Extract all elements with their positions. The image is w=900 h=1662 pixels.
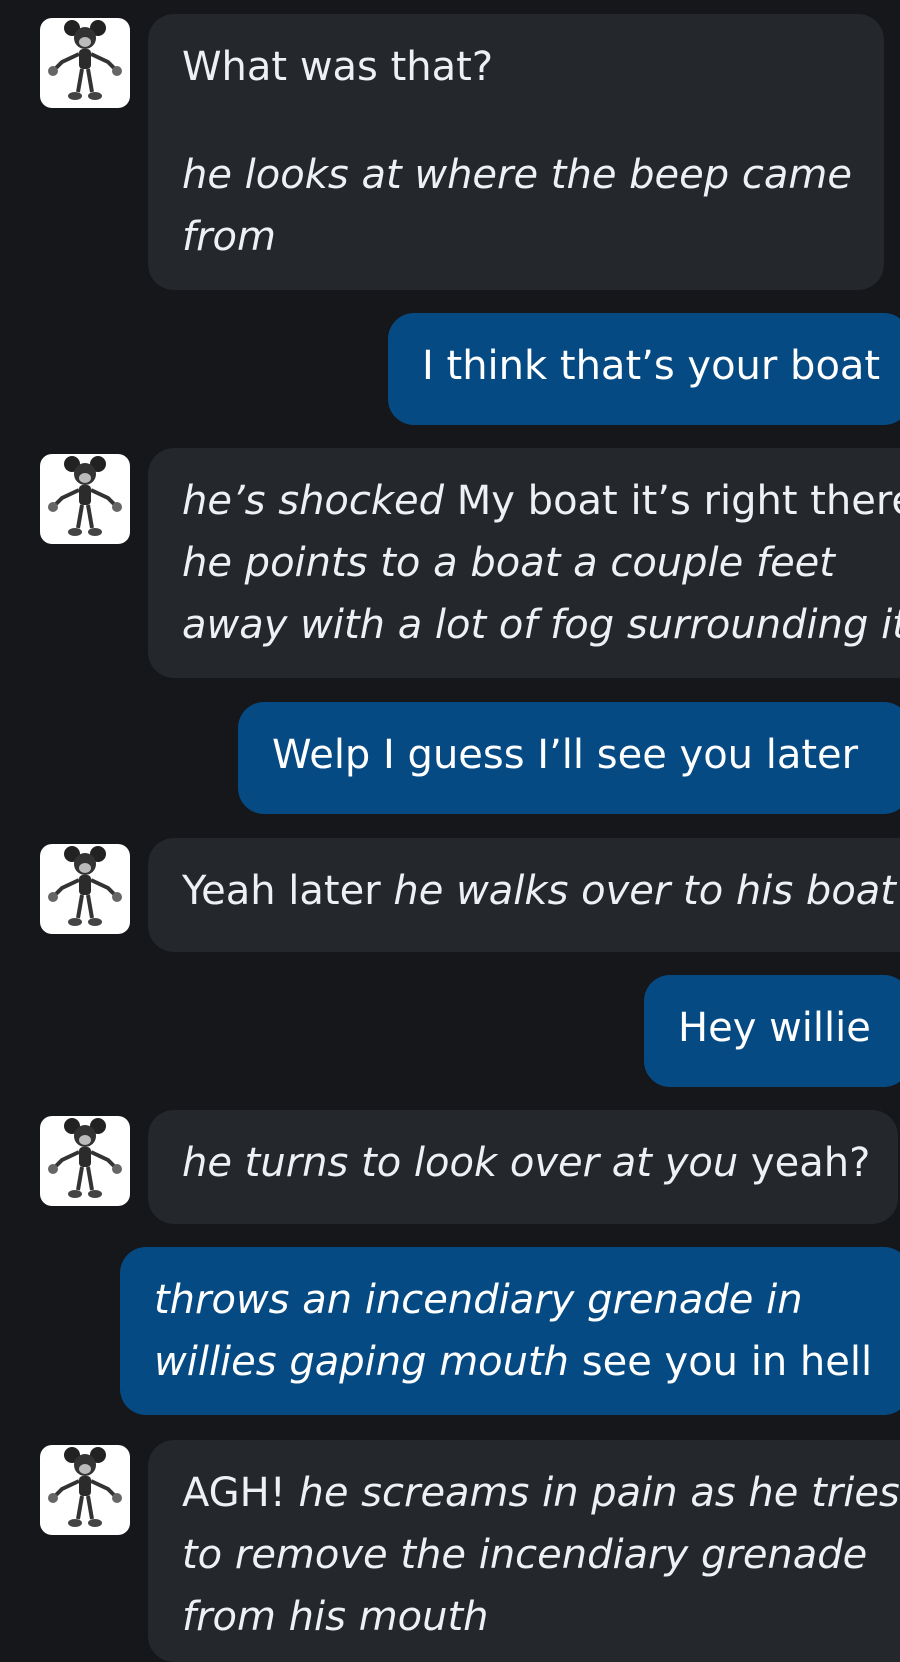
- message-line: Welp I guess I’ll see you later: [272, 724, 880, 786]
- message-action-text: he points to a boat a couple feet: [182, 540, 835, 586]
- message-text: AGH!: [182, 1470, 299, 1516]
- message-line: What was that?: [182, 36, 850, 98]
- message-line: from his mouth: [182, 1586, 894, 1648]
- cartoon-mouse-avatar-icon[interactable]: [40, 1445, 130, 1535]
- user-message-bubble: Welp I guess I’ll see you later: [238, 702, 900, 814]
- message-text: My boat it’s right there: [444, 478, 900, 524]
- cartoon-mouse-avatar-icon-graphic: [48, 846, 122, 926]
- message-line: I think that’s your boat: [422, 335, 880, 397]
- bot-message-bubble: Yeah later he walks over to his boat: [148, 838, 900, 952]
- message-line: Hey willie: [678, 997, 880, 1059]
- cartoon-mouse-avatar-icon-graphic: [48, 20, 122, 100]
- message-action-text: from his mouth: [182, 1594, 489, 1640]
- cartoon-mouse-avatar-icon-graphic: [48, 1118, 122, 1198]
- message-line: he points to a boat a couple feet: [182, 532, 894, 594]
- message-action-text: he walks over to his boat: [393, 868, 896, 914]
- message-text: I think that’s your boat: [422, 343, 881, 389]
- message-line: he turns to look over at you yeah?: [182, 1132, 870, 1194]
- message-action-text: he turns to look over at you: [182, 1140, 739, 1186]
- user-message-bubble: throws an incendiary grenade in willies …: [120, 1247, 900, 1415]
- message-text: yeah?: [738, 1140, 871, 1186]
- cartoon-mouse-avatar-icon-graphic: [48, 1447, 122, 1527]
- message-line: he looks at where the beep came: [182, 144, 852, 206]
- message-line: he’s shocked My boat it’s right there: [182, 470, 900, 532]
- message-text: Hey willie: [678, 1005, 871, 1051]
- message-action-text: willies gaping mouth: [154, 1339, 570, 1385]
- message-text: see you in hell: [569, 1339, 873, 1385]
- bot-message-bubble: What was that? he looks at where the bee…: [148, 14, 884, 290]
- message-text: Yeah later: [182, 868, 394, 914]
- user-message-bubble: Hey willie: [644, 975, 900, 1087]
- message-action-text: he screams in pain as he tries: [298, 1470, 900, 1516]
- message-line: throws an incendiary grenade in: [154, 1269, 880, 1331]
- cartoon-mouse-avatar-icon[interactable]: [40, 1116, 130, 1206]
- message-line: away with a lot of fog surrounding it: [182, 594, 900, 656]
- message-action-text: throws an incendiary grenade in: [154, 1277, 803, 1323]
- message-action-text: away with a lot of fog surrounding it: [182, 602, 900, 648]
- message-line: Yeah later he walks over to his boat: [182, 860, 896, 922]
- message-line: to remove the incendiary grenade: [182, 1524, 894, 1586]
- bot-message-bubble: he’s shocked My boat it’s right there he…: [148, 448, 900, 678]
- message-line: from: [182, 206, 850, 268]
- message-action-text: from: [182, 214, 276, 260]
- message-line: willies gaping mouth see you in hell: [154, 1331, 880, 1393]
- bot-message-bubble: AGH! he screams in pain as he tries to r…: [148, 1440, 900, 1662]
- cartoon-mouse-avatar-icon-graphic: [48, 456, 122, 536]
- cartoon-mouse-avatar-icon[interactable]: [40, 18, 130, 108]
- chat-thread: What was that? he looks at where the bee…: [0, 0, 900, 1662]
- bot-message-bubble: he turns to look over at you yeah?: [148, 1110, 898, 1224]
- message-action-text: he looks at where the beep came: [182, 152, 852, 198]
- user-message-bubble: I think that’s your boat: [388, 313, 900, 425]
- message-text: Welp I guess I’ll see you later: [272, 732, 859, 778]
- cartoon-mouse-avatar-icon[interactable]: [40, 454, 130, 544]
- cartoon-mouse-avatar-icon[interactable]: [40, 844, 130, 934]
- message-line: AGH! he screams in pain as he tries: [182, 1462, 900, 1524]
- message-action-text: he’s shocked: [182, 478, 445, 524]
- message-action-text: to remove the incendiary grenade: [182, 1532, 868, 1578]
- message-text: What was that?: [182, 44, 494, 90]
